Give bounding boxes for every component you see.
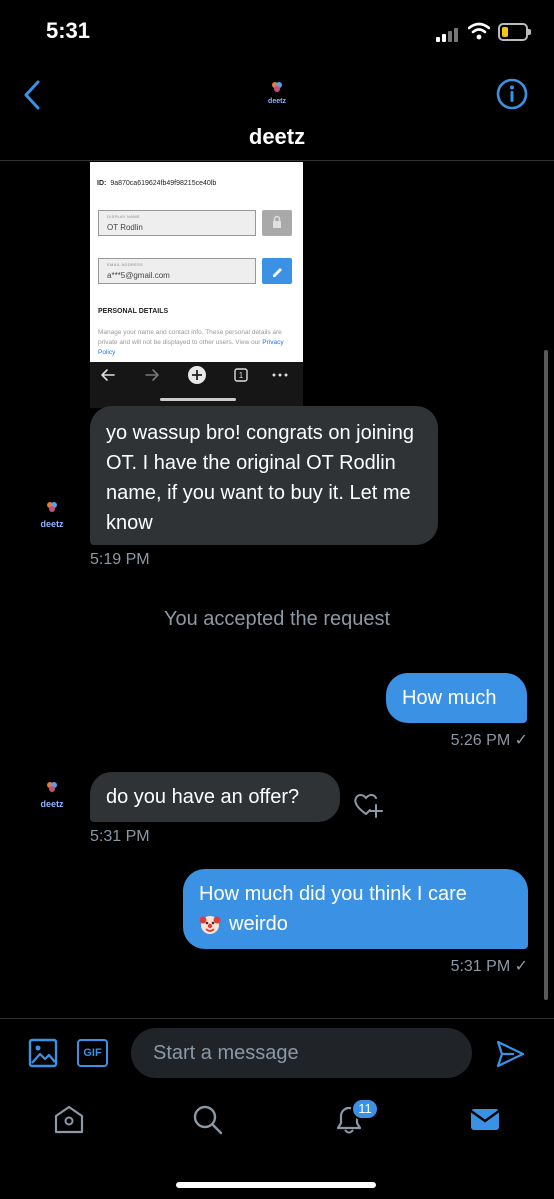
sender-avatar-text: deetz [40, 799, 64, 809]
signal-icon [436, 26, 462, 42]
account-id-line: ID: 9a870ca619624fb49f98215ce40lb [97, 180, 216, 187]
account-id-label: ID: [97, 180, 107, 187]
wifi-icon [468, 22, 490, 40]
message-line-2: weirdo [199, 909, 512, 939]
display-name-field: DISPLAY NAME OT Rodlin [98, 210, 256, 236]
back-chevron-icon[interactable] [18, 78, 48, 112]
header-avatar-text: deetz [268, 98, 286, 105]
message-timestamp: 5:31 PM [90, 828, 150, 845]
display-name-value: OT Rodlin [107, 223, 143, 232]
composer-divider [0, 1018, 554, 1019]
clown-face-emoji-icon [199, 916, 221, 934]
search-icon[interactable] [190, 1102, 224, 1136]
incoming-message[interactable]: yo wassup bro! congrats on joining OT. I… [90, 406, 438, 545]
email-label: EMAIL ADDRESS [107, 262, 143, 267]
battery-icon [498, 23, 531, 41]
shared-screenshot-image[interactable]: ID: 9a870ca619624fb49f98215ce40lb DISPLAY… [90, 162, 303, 408]
lock-button [262, 210, 292, 236]
lock-icon [273, 215, 281, 228]
personal-details-heading: PERSONAL DETAILS [98, 308, 169, 315]
add-reaction-icon[interactable] [352, 790, 384, 820]
incoming-message[interactable]: do you have an offer? [90, 772, 340, 822]
header-avatar[interactable]: deetz [262, 80, 292, 106]
email-value: a***5@gmail.com [107, 271, 170, 280]
info-icon[interactable] [496, 78, 528, 110]
avatar-logo-icon [272, 82, 282, 92]
gif-button[interactable]: GIF [77, 1039, 108, 1067]
status-time: 5:31 [46, 18, 91, 43]
avatar-logo-icon [47, 502, 57, 512]
outgoing-message[interactable]: How much did you think I care weirdo [183, 869, 528, 949]
browser-toolbar-icons: 1 [101, 366, 288, 401]
outgoing-message[interactable]: How much [386, 673, 527, 723]
avatar-logo-icon [47, 782, 57, 792]
browser-toolbar: 1 [90, 362, 303, 408]
tab-count: 1 [239, 371, 244, 380]
message-line: How much did you think I care [199, 883, 467, 905]
sender-avatar[interactable]: deetz [38, 500, 66, 529]
message-timestamp: 5:26 PM ✓ [450, 732, 528, 749]
email-field: EMAIL ADDRESS a***5@gmail.com [98, 258, 256, 284]
account-id-value: 9a870ca619624fb49f98215ce40lb [110, 180, 217, 187]
conversation-title[interactable]: deetz [0, 124, 554, 150]
message-timestamp: 5:31 PM ✓ [450, 958, 528, 975]
sender-avatar[interactable]: deetz [38, 780, 66, 809]
message-text: weirdo [229, 913, 288, 935]
send-icon[interactable] [494, 1038, 526, 1070]
personal-details-text: Manage your name and contact info. These… [98, 328, 294, 358]
personal-details-body: Manage your name and contact info. These… [98, 329, 282, 346]
image-icon[interactable] [28, 1038, 58, 1068]
display-name-label: DISPLAY NAME [107, 214, 140, 219]
messages-icon[interactable] [468, 1102, 502, 1136]
sender-avatar-text: deetz [40, 519, 64, 529]
scrollbar[interactable] [544, 350, 548, 1000]
message-timestamp: 5:19 PM [90, 551, 150, 568]
pencil-icon [273, 268, 282, 277]
header-divider [0, 160, 554, 161]
notifications-badge: 11 [351, 1098, 379, 1120]
message-input[interactable] [131, 1028, 472, 1078]
home-icon[interactable] [52, 1102, 86, 1136]
home-indicator [176, 1182, 376, 1188]
system-message: You accepted the request [163, 608, 391, 630]
edit-button [262, 258, 292, 284]
